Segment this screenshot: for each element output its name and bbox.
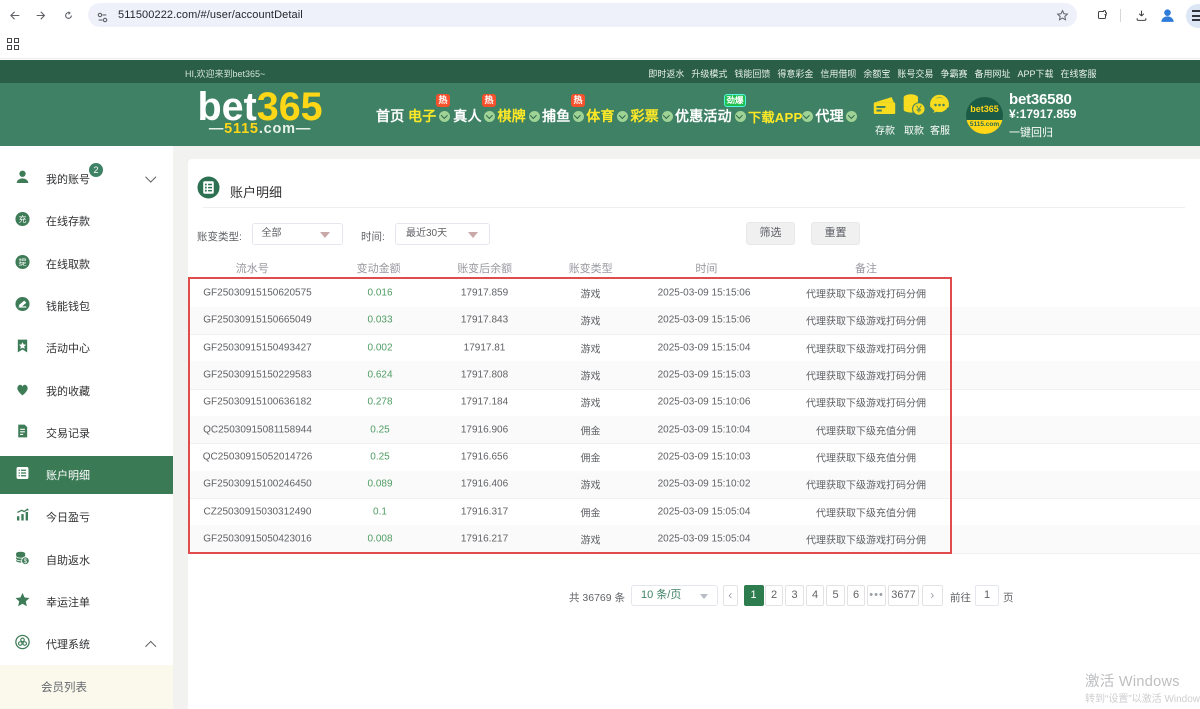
svg-text:提: 提 xyxy=(18,256,26,266)
svg-text:¥: ¥ xyxy=(915,105,922,116)
svg-text:$: $ xyxy=(24,558,28,565)
svg-text:充: 充 xyxy=(18,214,26,224)
